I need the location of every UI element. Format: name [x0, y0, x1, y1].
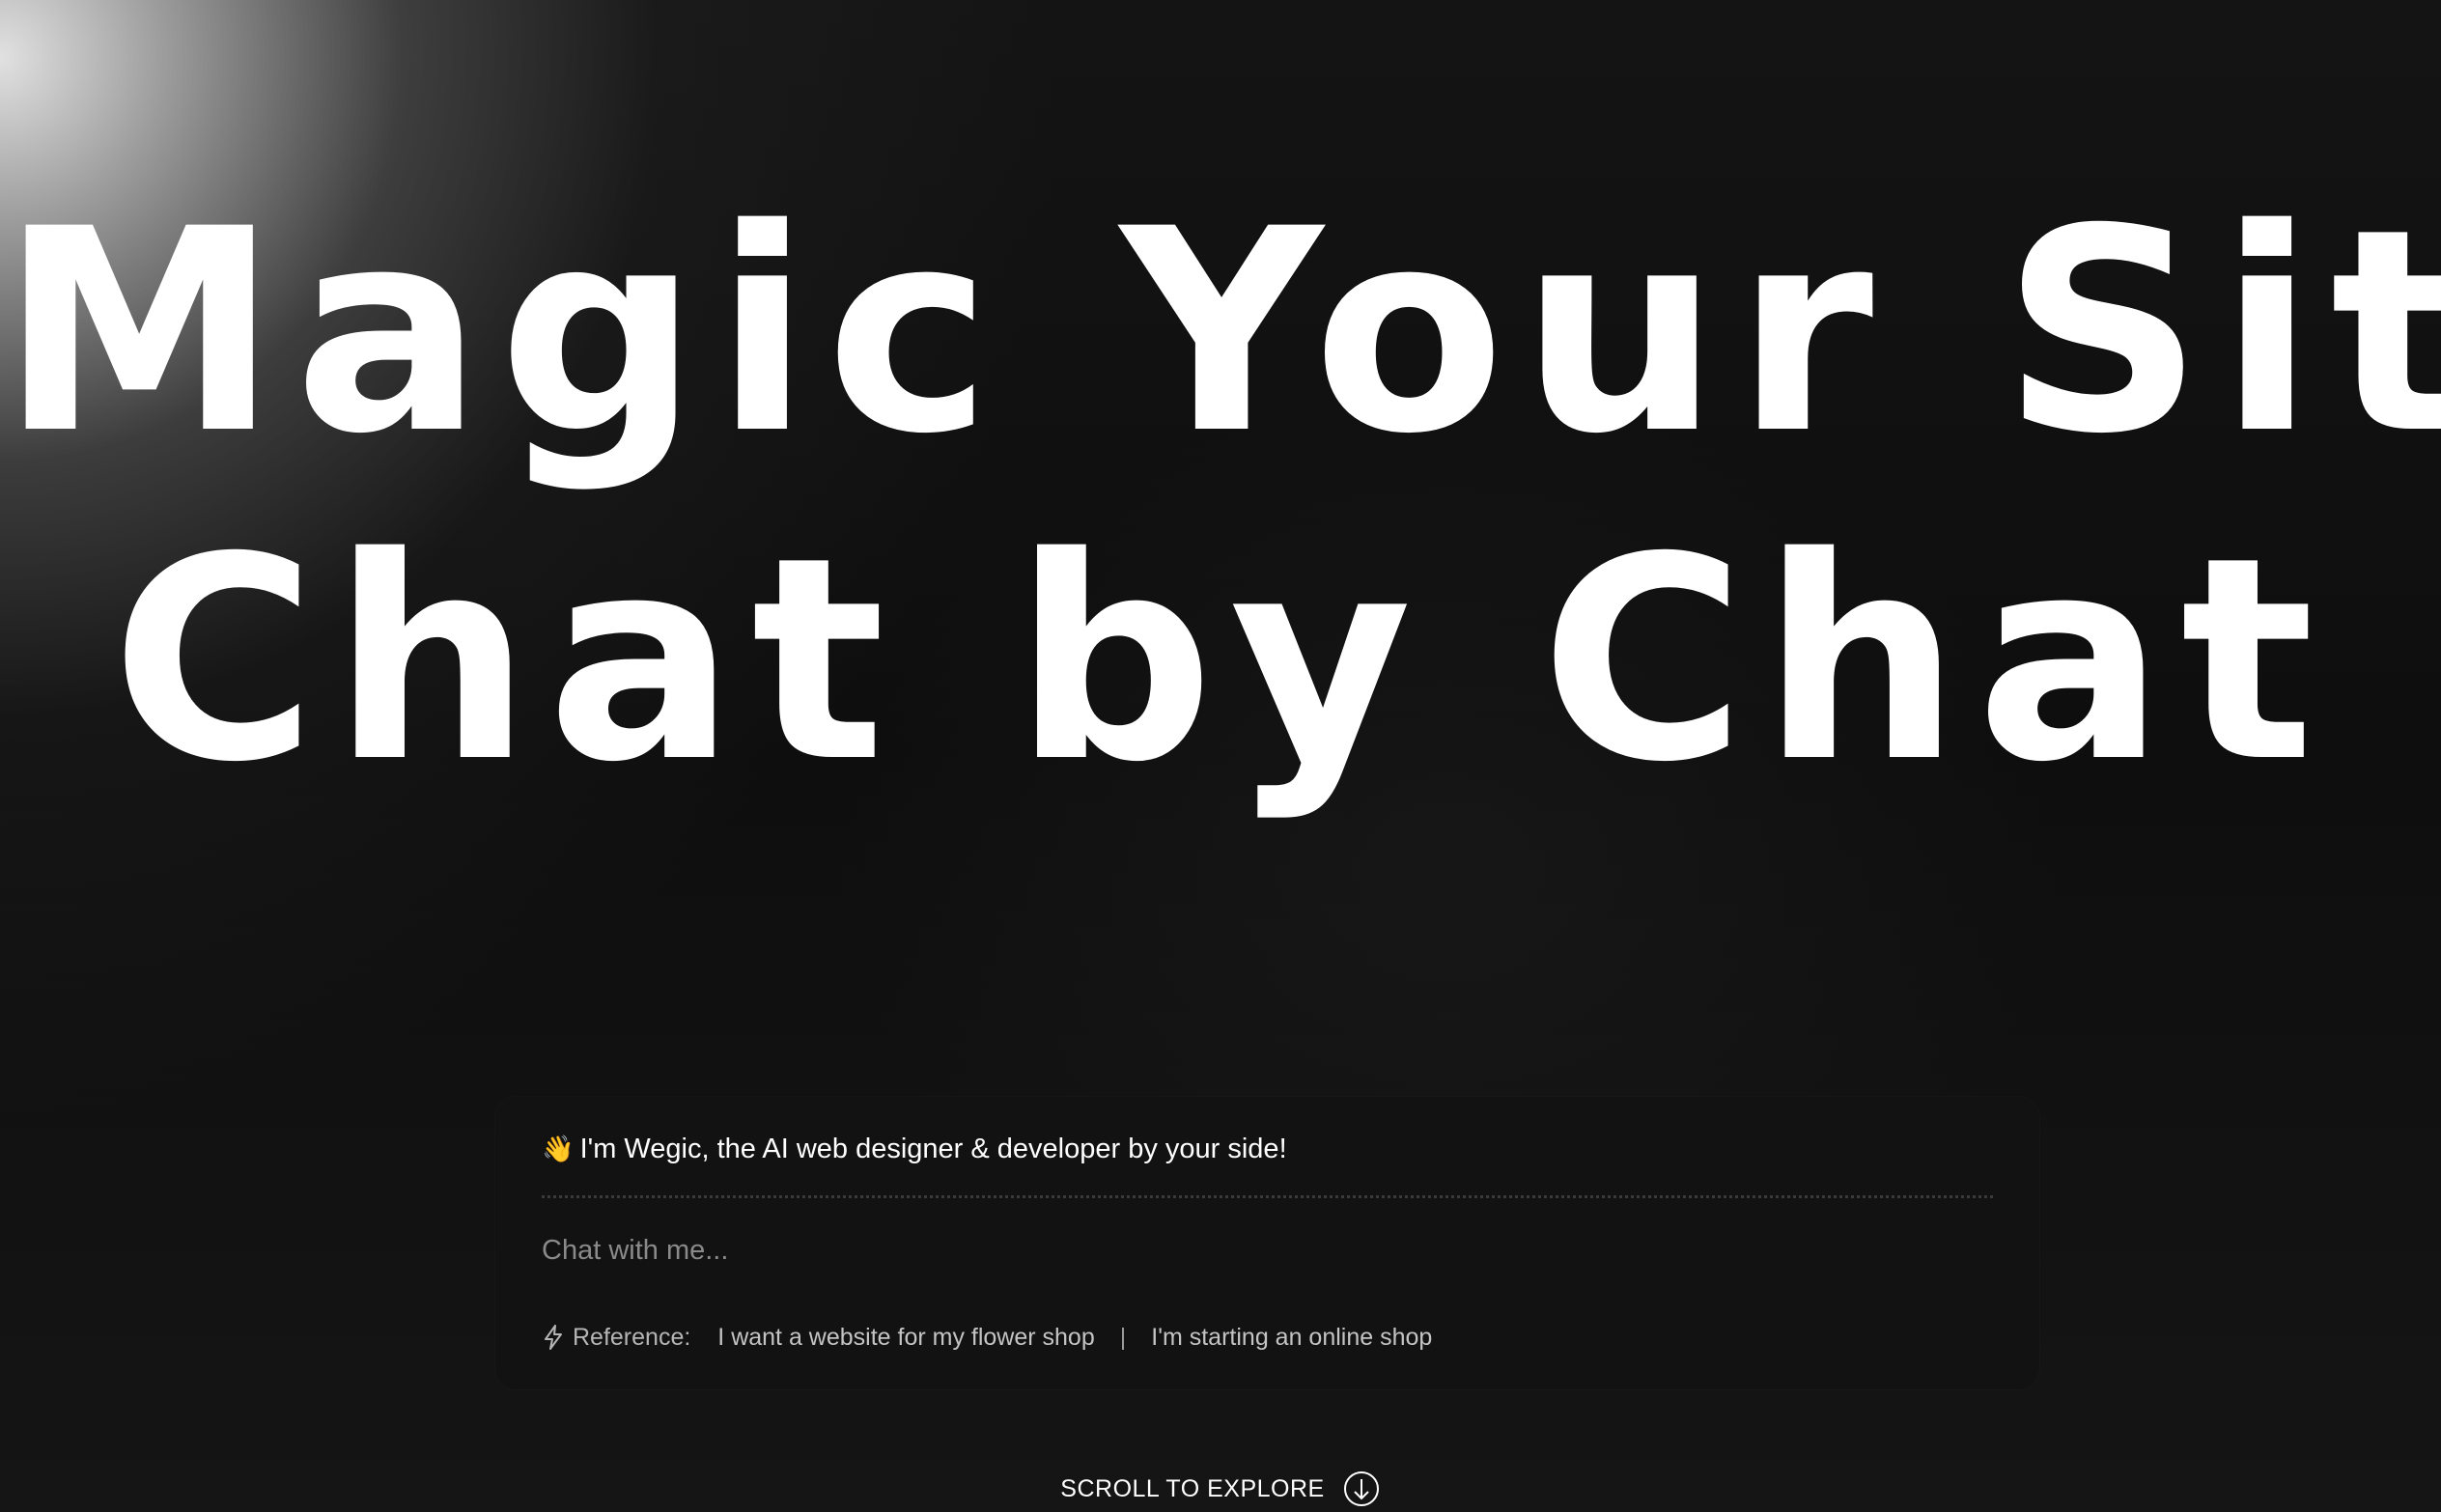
- suggestion-separator: |: [1119, 1324, 1127, 1351]
- scroll-down-icon: [1343, 1471, 1379, 1506]
- reference-row: Reference: I want a website for my flowe…: [542, 1321, 1432, 1354]
- scroll-to-explore[interactable]: SCROLL TO EXPLORE: [0, 1470, 2441, 1508]
- suggestion-online-shop[interactable]: I'm starting an online shop: [1151, 1321, 1432, 1354]
- landing-page: Magic Your Site Chat by Chat 👋 I'm Wegic,…: [0, 0, 2441, 1512]
- waving-hand-icon: 👋: [542, 1134, 575, 1163]
- bolt-icon: [545, 1325, 562, 1350]
- suggestion-flower-shop[interactable]: I want a website for my flower shop: [717, 1321, 1094, 1354]
- reference-label: Reference:: [573, 1324, 691, 1351]
- headline-line-2: Chat by Chat: [111, 498, 2330, 824]
- greeting-message: 👋 I'm Wegic, the AI web designer & develo…: [542, 1130, 1287, 1168]
- greeting-text: I'm Wegic, the AI web designer & develop…: [579, 1134, 1287, 1164]
- scroll-label: SCROLL TO EXPLORE: [1060, 1474, 1325, 1502]
- chat-card: 👋 I'm Wegic, the AI web designer & develo…: [495, 1097, 2039, 1389]
- dotted-divider: [542, 1195, 1993, 1198]
- hero-headline: Magic Your Site Chat by Chat: [0, 169, 2441, 826]
- headline-line-1: Magic Your Site: [0, 170, 2441, 495]
- chat-input[interactable]: [542, 1226, 1990, 1274]
